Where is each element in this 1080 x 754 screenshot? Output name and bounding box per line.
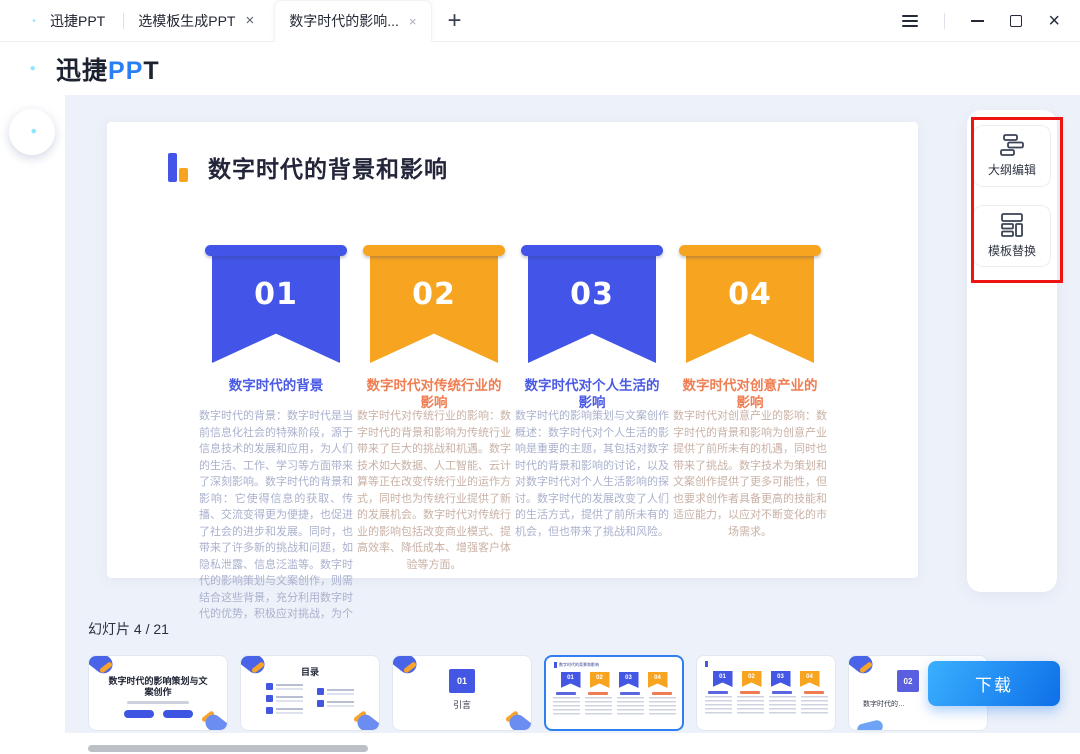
section-number: 02 [897,670,919,692]
app-logo-icon [16,116,48,148]
app-logo-icon [24,12,42,30]
slide-canvas[interactable]: 数字时代的背景和影响 01 数字时代的背景 数字时代的背景：数字时代是当前信息化… [107,122,918,578]
brand-t: T [143,57,159,85]
outline-list-icon [999,134,1025,156]
app-brand-mini[interactable]: 迅捷PPT [0,11,123,31]
tab-bar: 迅捷PPT 选模板生成PPT × 数字时代的影响... × + × [0,0,1080,42]
mini-ribbons: 01 02 03 04 [546,672,682,688]
ribbon-number: 02 [412,277,456,363]
column-body: 数字时代的影响策划与文案创作概述：数字时代对个人生活的影响是重要的主题，其包括对… [515,408,669,540]
new-tab-button[interactable]: + [432,7,478,35]
app-brand-label: 迅捷PPT [50,11,105,31]
column-title: 数字时代对个人生活的影响 [515,377,669,394]
horizontal-scrollbar[interactable] [88,745,368,752]
brand-cn: 迅捷 [56,57,108,85]
toc-items [241,683,379,714]
controls-divider [944,13,945,29]
slide-title-row: 数字时代的背景和影响 [168,150,448,184]
column-title: 数字时代对创意产业的影响 [673,377,827,394]
brand-wordmark: 迅捷PPT [56,51,160,87]
outline-edit-button[interactable]: 大纲编辑 [973,125,1051,187]
tab-label: 选模板生成PPT [138,11,235,31]
ribbon-number: 01 [254,277,298,363]
outline-edit-label: 大纲编辑 [988,161,1036,178]
ribbon-banner-3: 03 [528,245,656,363]
section-number: 01 [449,669,475,693]
ribbon-banner-4: 04 [686,245,814,363]
tab-close-icon[interactable]: × [245,13,254,28]
slide-column-2: 02 数字时代对传统行业的影响 数字时代对传统行业的影响：数字时代的背景和影响为… [357,245,511,623]
thumbnail-strip: 数字时代的影响策划与文案创作 目录 [88,655,988,731]
thumbnail-content-slide[interactable]: 01 02 03 04 [696,655,836,731]
thumbnail-toc-slide[interactable]: 目录 [240,655,380,731]
brand-header: 迅捷PPT [0,42,1080,95]
column-title: 数字时代对传统行业的影响 [357,377,511,394]
mini-columns [697,691,835,716]
right-tool-panel: 大纲编辑 模板替换 [967,110,1057,592]
app-logo-icon [16,54,46,84]
ribbon-number: 03 [570,277,614,363]
download-button[interactable]: 下载 [928,661,1060,706]
deco-blob [856,719,884,731]
left-strip [0,95,65,754]
mini-bar-icon [554,662,557,668]
tab-template-generate[interactable]: 选模板生成PPT × [124,0,268,42]
minimize-icon[interactable] [971,20,984,22]
thumbnail-section-01[interactable]: 01 引言 [392,655,532,731]
slide-counter: 幻灯片 4 / 21 [88,619,169,639]
slide-column-1: 01 数字时代的背景 数字时代的背景：数字时代是当前信息化社会的特殊阶段，源于信… [199,245,353,623]
slide-columns: 01 数字时代的背景 数字时代的背景：数字时代是当前信息化社会的特殊阶段，源于信… [199,245,827,623]
thumb-title: 数字时代的影响策划与文案创作 [89,676,227,698]
menu-icon[interactable] [902,15,918,27]
column-title: 数字时代的背景 [199,377,353,394]
thumbnail-current-slide[interactable]: 数字时代的背景和影响 01 02 03 04 [544,655,684,731]
close-icon[interactable]: × [1048,11,1060,31]
ribbon-number: 04 [728,277,772,363]
brand-pp: PP [108,57,143,85]
main-area: 数字时代的背景和影响 01 数字时代的背景 数字时代的背景：数字时代是当前信息化… [0,95,1080,754]
template-replace-button[interactable]: 模板替换 [973,205,1051,267]
mini-title: 数字时代的背景和影响 [559,662,599,668]
column-body: 数字时代对创意产业的影响：数字时代的背景和影响为创意产业提供了前所未有的机遇，同… [673,408,827,540]
slide-column-4: 04 数字时代对创意产业的影响 数字时代对创意产业的影响：数字时代的背景和影响为… [673,245,827,623]
template-replace-label: 模板替换 [988,242,1036,259]
ribbon-banner-1: 01 [212,245,340,363]
layout-blocks-icon [999,213,1025,237]
window-controls: × [902,11,1080,31]
mini-bar-icon [705,661,708,667]
thumbnail-title-slide[interactable]: 数字时代的影响策划与文案创作 [88,655,228,731]
column-body: 数字时代的背景：数字时代是当前信息化社会的特殊阶段，源于信息技术的发展和应用，为… [199,408,353,623]
bar-chart-icon [168,152,190,182]
app-window: 迅捷PPT 选模板生成PPT × 数字时代的影响... × + × 迅捷PPT [0,0,1080,754]
maximize-icon[interactable] [1010,15,1022,27]
slide-title: 数字时代的背景和影响 [208,150,448,184]
assistant-logo-button[interactable] [9,109,55,155]
mini-columns [546,692,682,717]
tab-close-icon[interactable]: × [409,15,417,28]
tab-digital-era[interactable]: 数字时代的影响... × [274,0,431,42]
column-body: 数字时代对传统行业的影响：数字时代的背景和影响为传统行业带来了巨大的挑战和机遇。… [357,408,511,573]
ribbon-banner-2: 02 [370,245,498,363]
tab-label: 数字时代的影响... [289,11,399,31]
thumb-subtitle-line [127,701,189,704]
section-label: 引言 [393,698,531,711]
slide-column-3: 03 数字时代对个人生活的影响 数字时代的影响策划与文案创作概述：数字时代对个人… [515,245,669,623]
mini-ribbons: 01 02 03 04 [697,671,835,687]
